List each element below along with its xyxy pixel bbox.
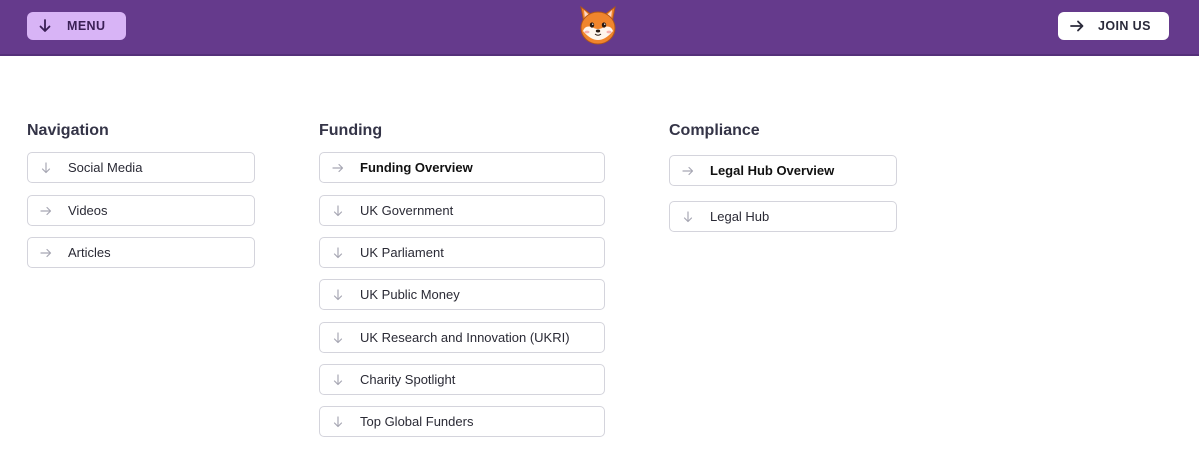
item-label: Social Media [68, 160, 143, 175]
arrow-right-icon [1070, 20, 1084, 32]
arrow-down-icon [332, 415, 344, 428]
arrow-down-icon [682, 210, 694, 223]
arrow-down-icon [40, 161, 52, 174]
compliance-item-legal-hub-overview[interactable]: Legal Hub Overview [669, 155, 897, 186]
item-label: UK Public Money [360, 287, 460, 302]
join-us-button[interactable]: JOIN US [1058, 12, 1169, 40]
item-label: Top Global Funders [360, 414, 474, 429]
funding-column: Funding [319, 120, 382, 142]
join-us-label: JOIN US [1098, 19, 1151, 33]
arrow-down-icon [39, 19, 51, 33]
compliance-column: Compliance [669, 120, 760, 142]
item-label: UK Parliament [360, 245, 444, 260]
item-label: Charity Spotlight [360, 372, 456, 387]
compliance-item-legal-hub[interactable]: Legal Hub [669, 201, 897, 232]
column-title: Funding [319, 122, 383, 139]
menu-button[interactable]: MENU [27, 12, 126, 40]
item-label: Legal Hub Overview [710, 163, 835, 178]
arrow-down-icon [332, 288, 344, 301]
item-label: Legal Hub [710, 209, 770, 224]
arrow-down-icon [332, 373, 344, 386]
funding-item-charity-spotlight[interactable]: Charity Spotlight [319, 364, 605, 395]
arrow-down-icon [332, 331, 344, 344]
top-bar: MENU JOIN US [0, 0, 1199, 56]
menu-label: MENU [67, 19, 106, 33]
funding-item-uk-government[interactable]: UK Government [319, 195, 605, 226]
arrow-right-icon [40, 205, 52, 217]
funding-item-top-global-funders[interactable]: Top Global Funders [319, 406, 605, 437]
nav-item-articles[interactable]: Articles [27, 237, 255, 268]
arrow-down-icon [332, 246, 344, 259]
arrow-right-icon [682, 165, 694, 177]
item-label: UK Government [360, 203, 454, 218]
funding-item-uk-public-money[interactable]: UK Public Money [319, 279, 605, 310]
funding-item-uk-parliament[interactable]: UK Parliament [319, 237, 605, 268]
arrow-right-icon [332, 162, 344, 174]
nav-item-social-media[interactable]: Social Media [27, 152, 255, 183]
funding-item-ukri[interactable]: UK Research and Innovation (UKRI) [319, 322, 605, 353]
item-label: Videos [68, 203, 108, 218]
nav-item-videos[interactable]: Videos [27, 195, 255, 226]
column-title: Navigation [27, 122, 109, 139]
shiba-dog-face-icon[interactable] [576, 3, 620, 47]
arrow-down-icon [332, 204, 344, 217]
item-label: UK Research and Innovation (UKRI) [360, 330, 570, 345]
item-label: Articles [68, 245, 111, 260]
navigation-column: Navigation [27, 120, 109, 142]
column-title: Compliance [669, 122, 760, 139]
funding-item-overview[interactable]: Funding Overview [319, 152, 605, 183]
arrow-right-icon [40, 247, 52, 259]
item-label: Funding Overview [360, 160, 473, 175]
